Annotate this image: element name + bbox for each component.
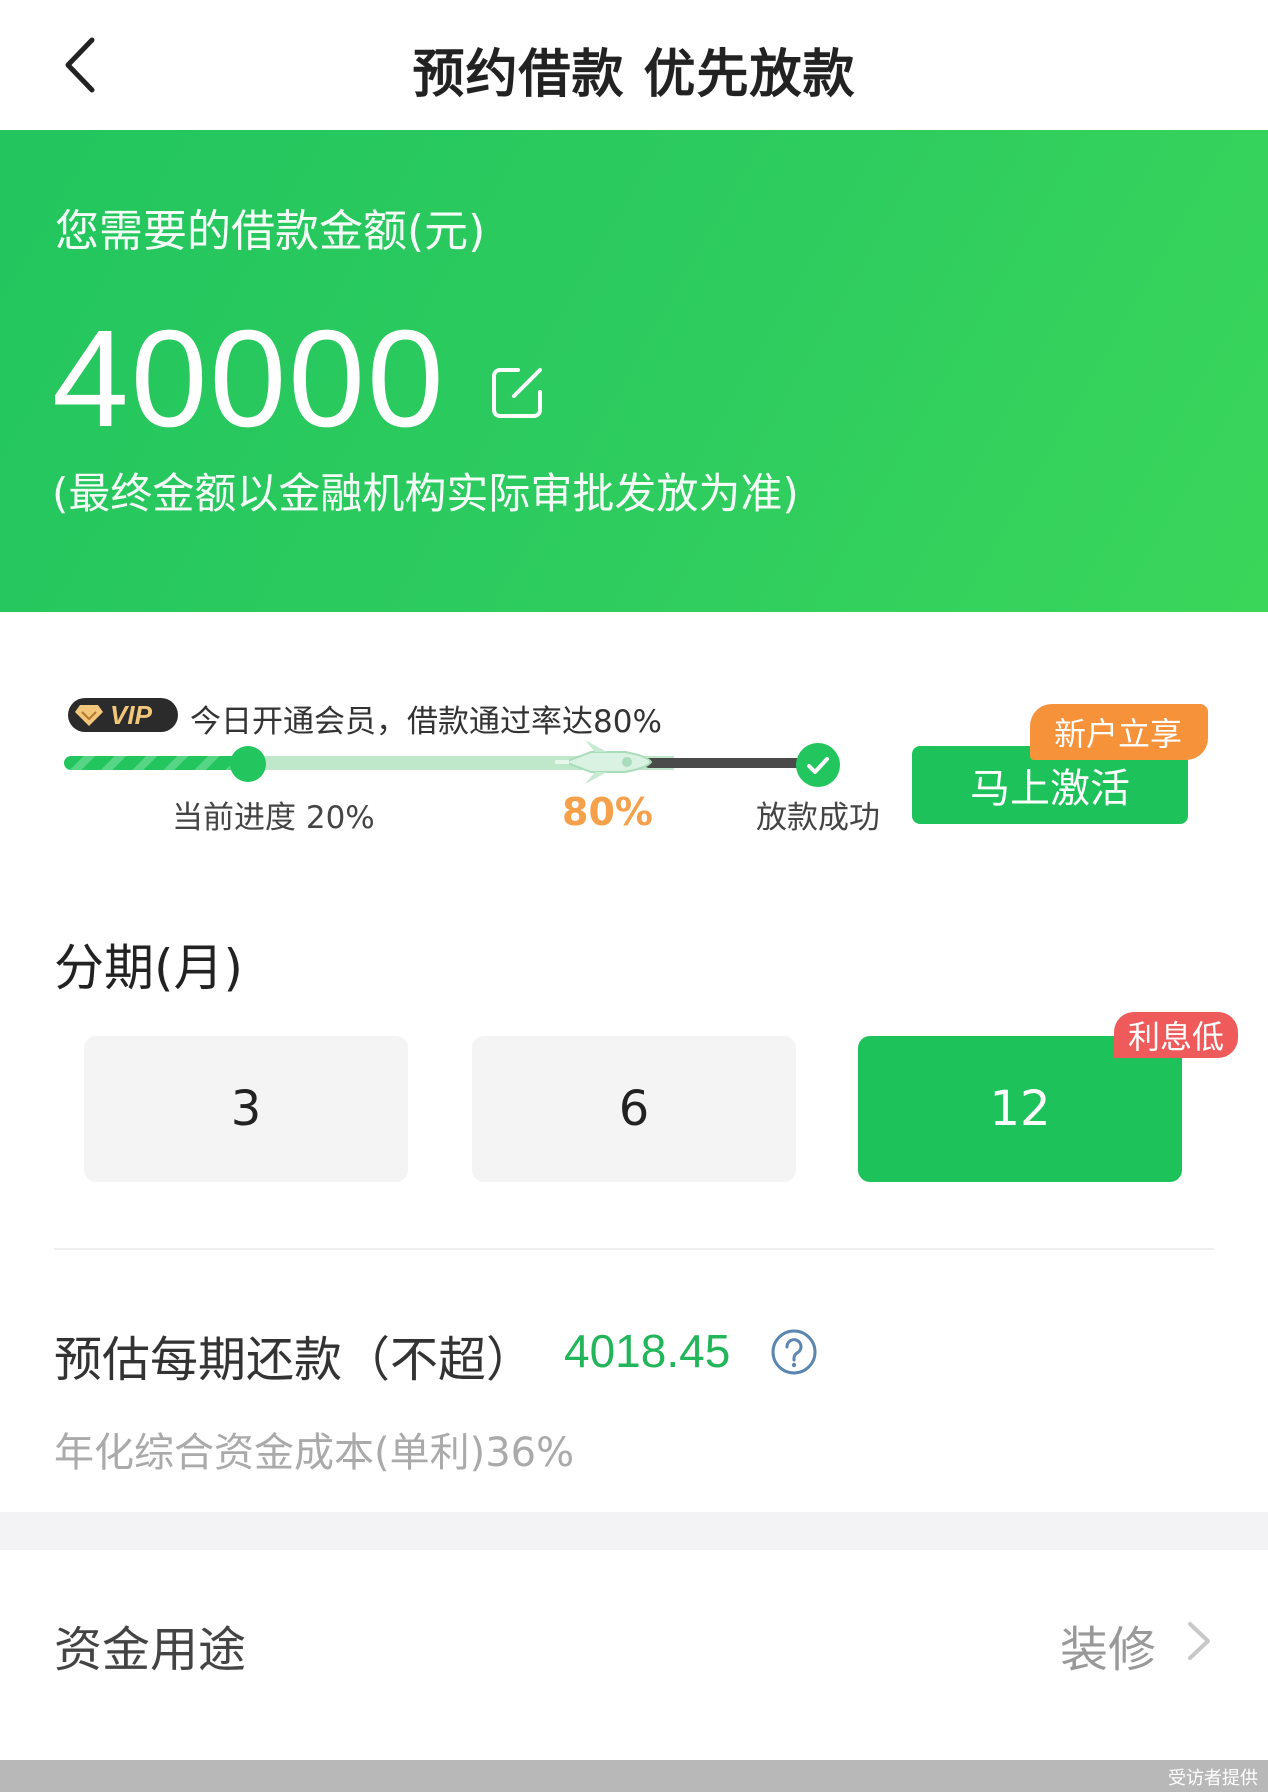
chevron-right-icon	[1188, 1622, 1210, 1660]
divider	[54, 1248, 1214, 1250]
photo-credit: 受访者提供	[1168, 1768, 1258, 1789]
success-marker	[796, 743, 840, 787]
term-option-6[interactable]: 6	[472, 1036, 796, 1182]
amount-disclaimer: (最终金额以金融机构实际审批发放为准)	[52, 469, 799, 518]
loan-amount-panel: 您需要的借款金额(元) 40000 (最终金额以金融机构实际审批发放为准)	[0, 130, 1268, 612]
question-icon[interactable]	[770, 1328, 818, 1376]
vip-badge: VIP	[68, 698, 178, 732]
section-gap	[0, 1512, 1268, 1550]
diamond-icon	[75, 705, 103, 726]
installment-title: 分期(月)	[54, 939, 244, 997]
check-icon	[807, 757, 829, 774]
estimated-payment-value: 4018.45	[564, 1325, 731, 1377]
vip-promo-text: 今日开通会员，借款通过率达80%	[190, 704, 662, 740]
target-rate-label: 80%	[562, 790, 653, 834]
edit-icon[interactable]	[488, 362, 548, 422]
vip-badge-label: VIP	[110, 699, 152, 730]
low-interest-tag: 利息低	[1114, 1012, 1239, 1058]
bottom-bar: 受访者提供	[0, 1760, 1268, 1792]
top-nav-bar: 预约借款 优先放款	[0, 0, 1268, 130]
loan-success-label: 放款成功	[756, 800, 880, 836]
current-progress-marker	[230, 746, 266, 782]
loan-purpose-row[interactable]: 资金用途 装修	[0, 1550, 1268, 1730]
vip-promo-section: VIP 今日开通会员，借款通过率达80% 当前进度 20% 80% 放款成功 马…	[0, 612, 1268, 862]
new-user-tag: 新户立享	[1030, 704, 1209, 760]
rocket-icon	[555, 740, 653, 784]
current-progress-label: 当前进度 20%	[172, 800, 375, 836]
annual-rate-note: 年化综合资金成本(单利)36%	[54, 1430, 575, 1476]
estimated-payment-label: 预估每期还款（不超）	[54, 1332, 535, 1388]
loan-purpose-value: 装修	[1060, 1622, 1157, 1678]
loan-purpose-label: 资金用途	[54, 1622, 247, 1678]
loan-amount-value: 40000	[52, 302, 446, 456]
progress-track-done	[64, 756, 250, 770]
page-title: 预约借款 优先放款	[412, 45, 856, 105]
term-option-3[interactable]: 3	[84, 1036, 408, 1182]
progress-track	[64, 756, 824, 770]
amount-label: 您需要的借款金额(元)	[55, 206, 486, 257]
